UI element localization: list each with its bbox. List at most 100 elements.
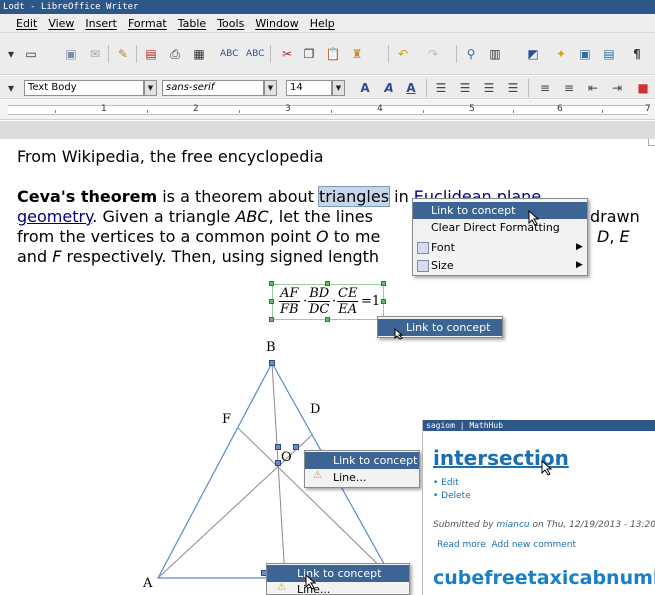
menu-item-font[interactable]: Font xyxy=(413,239,587,256)
menu-edit[interactable]: Edit xyxy=(0,14,42,32)
mouse-cursor-icon xyxy=(394,328,404,340)
point-handle[interactable] xyxy=(293,444,299,450)
page-gap xyxy=(0,121,655,139)
justify-icon[interactable]: ☰ xyxy=(504,79,522,97)
hyperlink-geometry[interactable]: geometry xyxy=(17,207,92,226)
new-document-icon[interactable]: ▭ xyxy=(22,45,40,63)
point-label-o: O xyxy=(281,450,292,465)
font-color-icon[interactable]: ■ xyxy=(634,79,652,97)
save-icon[interactable]: ▣ xyxy=(62,45,80,63)
text-line[interactable]: D, E xyxy=(597,227,630,246)
clone-formatting-icon[interactable]: ♜ xyxy=(348,45,366,63)
menu-table[interactable]: Table xyxy=(172,14,211,32)
chevron-down-icon[interactable]: ▼ xyxy=(264,80,277,96)
text-line[interactable]: geometry. Given a triangle ABC, let the … xyxy=(17,207,373,226)
edit-mode-icon[interactable]: ✎ xyxy=(114,45,132,63)
font-name-select[interactable]: sans-serif xyxy=(162,80,264,96)
align-right-icon[interactable]: ☰ xyxy=(480,79,498,97)
decrease-indent-icon[interactable]: ⇤ xyxy=(584,79,602,97)
resize-handle[interactable] xyxy=(269,317,274,322)
node-actions: Read more Add new comment xyxy=(437,540,576,550)
menu-insert[interactable]: Insert xyxy=(79,14,122,32)
selected-word[interactable]: triangles xyxy=(317,186,391,207)
submitted-info: Submitted by miancu on Thu, 12/19/2013 -… xyxy=(433,520,655,530)
formula-object[interactable]: AF FB · BD DC · CE EA =1 xyxy=(272,284,384,320)
menu-item-link-to-concept[interactable]: Link to concept xyxy=(267,565,409,582)
redo-icon[interactable]: ↷ xyxy=(424,45,442,63)
copy-icon[interactable]: ❐ xyxy=(300,45,318,63)
export-pdf-icon[interactable]: ▤ xyxy=(142,45,160,63)
text-line[interactable]: and F respectively. Then, using signed l… xyxy=(17,247,379,266)
navigator-icon[interactable]: ✦ xyxy=(552,45,570,63)
author-link[interactable]: miancu xyxy=(496,520,529,530)
edit-link[interactable]: • Edit xyxy=(433,478,459,488)
menu-item-size[interactable]: Size xyxy=(413,257,587,274)
bullets-icon[interactable]: ≡ xyxy=(560,79,578,97)
gallery-icon[interactable]: ▣ xyxy=(576,45,594,63)
autospell-icon[interactable]: ABC xyxy=(246,45,264,63)
text-line[interactable]: From Wikipedia, the free encyclopedia xyxy=(17,147,324,166)
mouse-cursor-icon xyxy=(541,460,553,476)
print-icon[interactable]: ⎙ xyxy=(166,45,184,63)
resize-handle[interactable] xyxy=(381,299,386,304)
resize-handle[interactable] xyxy=(325,317,330,322)
paragraph-style-select[interactable]: Text Body xyxy=(24,80,144,96)
page-corner-mark xyxy=(648,139,655,146)
font-size-select[interactable]: 14 xyxy=(286,80,332,96)
resize-handle[interactable] xyxy=(325,281,330,286)
numerator: BD xyxy=(308,286,331,302)
formatting-marks-icon[interactable]: ¶ xyxy=(628,45,646,63)
browser-window: sagiom | MathHub intersection • Edit • D… xyxy=(422,420,655,595)
vertex-handle[interactable] xyxy=(269,360,275,366)
table-icon[interactable]: ▥ xyxy=(486,45,504,63)
menu-help[interactable]: Help xyxy=(304,14,340,32)
menu-tools[interactable]: Tools xyxy=(211,14,249,32)
menu-format[interactable]: Format xyxy=(122,14,172,32)
toolbar-overflow-icon[interactable]: ▾ xyxy=(2,45,20,63)
menu-window[interactable]: Window xyxy=(249,14,303,32)
resize-handle[interactable] xyxy=(381,281,386,286)
submenu-arrow-icon: ▶ xyxy=(576,242,583,252)
print-preview-icon[interactable]: ▦ xyxy=(190,45,208,63)
fraction-ce-ea: CE EA xyxy=(337,286,359,317)
hyperlink-icon[interactable]: ⚲ xyxy=(462,45,480,63)
cut-icon[interactable]: ✂ xyxy=(278,45,296,63)
chevron-down-icon[interactable]: ▼ xyxy=(332,80,345,96)
resize-handle[interactable] xyxy=(269,299,274,304)
numbering-icon[interactable]: ≡ xyxy=(536,79,554,97)
bold-icon[interactable]: A xyxy=(356,79,374,97)
spellcheck-icon[interactable]: ABC xyxy=(220,45,238,63)
next-concept-heading[interactable]: cubefreetaxicabnumbe xyxy=(433,567,655,589)
menu-item-link-to-concept[interactable]: Link to concept xyxy=(413,202,587,219)
undo-icon[interactable]: ↶ xyxy=(394,45,412,63)
text-span: . Given a triangle xyxy=(92,207,236,226)
read-more-link[interactable]: Read more xyxy=(437,540,486,550)
paste-icon[interactable]: 📋 xyxy=(324,45,342,63)
data-sources-icon[interactable]: ▤ xyxy=(600,45,618,63)
email-icon[interactable]: ✉ xyxy=(86,45,104,63)
ruler-tick xyxy=(55,110,56,113)
text-line[interactable]: from the vertices to a common point O to… xyxy=(17,227,380,246)
resize-handle[interactable] xyxy=(269,281,274,286)
align-left-icon[interactable]: ☰ xyxy=(432,79,450,97)
menu-item-label: Font xyxy=(431,241,455,254)
menu-item-link-to-concept[interactable]: Link to concept xyxy=(305,452,419,469)
vertex-label-b: B xyxy=(266,340,276,355)
increase-indent-icon[interactable]: ⇥ xyxy=(608,79,626,97)
point-label-f: F xyxy=(222,412,232,427)
text-line[interactable]: drawn xyxy=(590,207,640,226)
delete-link[interactable]: • Delete xyxy=(433,491,471,501)
toolbar2-overflow-icon[interactable]: ▾ xyxy=(2,79,20,97)
ruler-tick xyxy=(239,110,240,113)
show-draw-functions-icon[interactable]: ◩ xyxy=(524,45,542,63)
italic-icon[interactable]: A xyxy=(380,79,398,97)
add-comment-link[interactable]: Add new comment xyxy=(492,540,577,550)
ruler-tick xyxy=(602,110,603,113)
window-title-bar: Lodt - LibreOffice Writer xyxy=(0,0,655,14)
menu-view[interactable]: View xyxy=(42,14,79,32)
size-icon xyxy=(417,260,429,272)
align-center-icon[interactable]: ☰ xyxy=(456,79,474,97)
underline-icon[interactable]: A xyxy=(402,79,420,97)
chevron-down-icon[interactable]: ▼ xyxy=(144,80,157,96)
font-icon xyxy=(417,242,429,254)
